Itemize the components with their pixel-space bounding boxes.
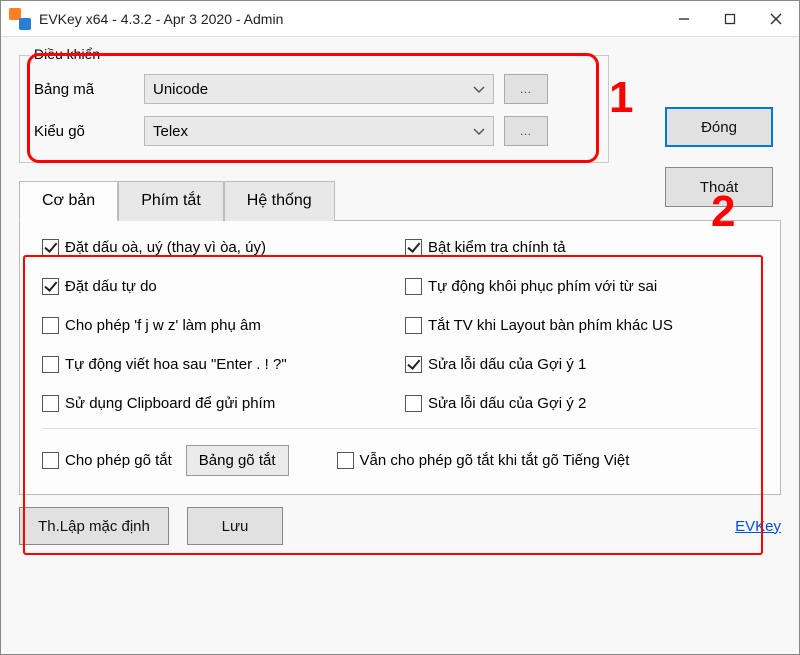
input-method-row: Kiểu gõ Telex … [34, 116, 594, 146]
encoding-row: Bảng mã Unicode … [34, 74, 594, 104]
opt-fjwz[interactable]: Cho phép 'f j w z' làm phụ âm [42, 317, 395, 334]
annotation-number-1: 1 [609, 73, 633, 123]
checkbox-icon [42, 452, 59, 469]
tab-basic[interactable]: Cơ bản [19, 181, 118, 221]
chevron-down-icon [473, 81, 485, 98]
input-method-combo[interactable]: Telex [144, 116, 494, 146]
checkbox-icon [42, 278, 59, 295]
opt-auto-capital[interactable]: Tự động viết hoa sau "Enter . ! ?" [42, 356, 395, 373]
input-method-value: Telex [153, 123, 188, 140]
maximize-button[interactable] [707, 1, 753, 37]
opt-clipboard[interactable]: Sử dụng Clipboard để gửi phím [42, 395, 395, 412]
evkey-link[interactable]: EVKey [735, 518, 781, 535]
window-title: EVKey x64 - 4.3.2 - Apr 3 2020 - Admin [39, 11, 283, 27]
checkbox-icon [42, 239, 59, 256]
checkbox-icon [405, 356, 422, 373]
opt-fix-suggest-1[interactable]: Sửa lỗi dấu của Gợi ý 1 [405, 356, 758, 373]
encoding-label: Bảng mã [34, 81, 134, 98]
save-button[interactable]: Lưu [187, 507, 283, 545]
shortcut-row: Cho phép gõ tắt Bảng gõ tắt Vẫn cho phép… [42, 428, 758, 476]
control-group: Điều khiển Bảng mã Unicode … Kiểu gõ Tel… [19, 55, 609, 163]
defaults-button[interactable]: Th.Lập mặc định [19, 507, 169, 545]
encoding-value: Unicode [153, 81, 208, 98]
checkbox-icon [405, 317, 422, 334]
close-button[interactable]: Đóng [665, 107, 773, 147]
checkbox-icon [42, 317, 59, 334]
opt-allow-shortcut[interactable]: Cho phép gõ tắt [42, 452, 172, 469]
tab-panel-basic: Đặt dấu oà, uý (thay vì òa, úy) Bật kiểm… [19, 220, 781, 495]
opt-fix-suggest-2[interactable]: Sửa lỗi dấu của Gợi ý 2 [405, 395, 758, 412]
encoding-more-button[interactable]: … [504, 74, 548, 104]
app-window: EVKey x64 - 4.3.2 - Apr 3 2020 - Admin Đ… [0, 0, 800, 655]
tabs: Cơ bản Phím tắt Hệ thống [19, 181, 781, 221]
opt-free-accent[interactable]: Đặt dấu tự do [42, 278, 395, 295]
checkbox-icon [337, 452, 354, 469]
input-method-label: Kiểu gõ [34, 123, 134, 140]
opt-auto-restore[interactable]: Tự động khôi phục phím với từ sai [405, 278, 758, 295]
checkbox-icon [405, 278, 422, 295]
input-method-more-button[interactable]: … [504, 116, 548, 146]
opt-keep-shortcut[interactable]: Vẫn cho phép gõ tắt khi tắt gõ Tiếng Việ… [337, 452, 630, 469]
bottom-row: Th.Lập mặc định Lưu EVKey [19, 507, 781, 545]
shortcut-table-button[interactable]: Bảng gõ tắt [186, 445, 289, 476]
close-window-button[interactable] [753, 1, 799, 37]
tab-system[interactable]: Hệ thống [224, 181, 335, 221]
encoding-combo[interactable]: Unicode [144, 74, 494, 104]
checkbox-icon [42, 356, 59, 373]
checkbox-icon [405, 395, 422, 412]
checkbox-icon [405, 239, 422, 256]
app-icon [9, 8, 31, 30]
minimize-button[interactable] [661, 1, 707, 37]
opt-accent-placement[interactable]: Đặt dấu oà, uý (thay vì òa, úy) [42, 239, 395, 256]
body: Điều khiển Bảng mã Unicode … Kiểu gõ Tel… [1, 37, 799, 654]
tab-hotkeys[interactable]: Phím tắt [118, 181, 224, 221]
opt-spellcheck[interactable]: Bật kiểm tra chính tả [405, 239, 758, 256]
checkbox-icon [42, 395, 59, 412]
opt-disable-non-us[interactable]: Tắt TV khi Layout bàn phím khác US [405, 317, 758, 334]
group-label: Điều khiển [30, 46, 104, 62]
options-grid: Đặt dấu oà, uý (thay vì òa, úy) Bật kiểm… [42, 239, 758, 412]
titlebar: EVKey x64 - 4.3.2 - Apr 3 2020 - Admin [1, 1, 799, 37]
chevron-down-icon [473, 123, 485, 140]
